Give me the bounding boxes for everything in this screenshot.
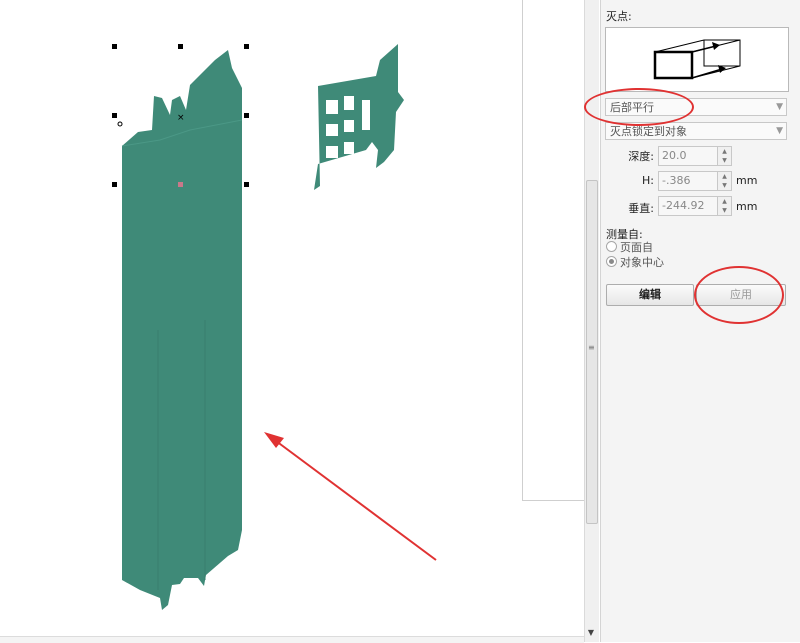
vertical-spinner[interactable]: ▲ ▼ bbox=[718, 196, 732, 216]
spin-up-icon[interactable]: ▲ bbox=[722, 173, 727, 180]
rotation-origin bbox=[117, 121, 123, 127]
chevron-down-icon: ▼ bbox=[776, 102, 783, 112]
vertical-label: 垂直: bbox=[628, 202, 654, 215]
canvas-artwork[interactable]: × bbox=[0, 0, 600, 642]
arrow-icon bbox=[712, 42, 720, 50]
edit-button[interactable]: 编辑 bbox=[606, 284, 694, 306]
character-shape[interactable] bbox=[314, 44, 404, 190]
radio-page-origin-label: 页面自 bbox=[620, 241, 653, 254]
vertical-unit: mm bbox=[736, 200, 758, 213]
spin-down-icon[interactable]: ▼ bbox=[722, 157, 727, 164]
spin-up-icon[interactable]: ▲ bbox=[722, 148, 727, 155]
extrude-preview-icon bbox=[653, 39, 741, 80]
radio-object-center[interactable] bbox=[606, 256, 617, 267]
scroll-grip-icon: ≡ bbox=[588, 343, 595, 352]
h-spinner[interactable]: ▲ ▼ bbox=[718, 171, 732, 191]
chevron-down-icon: ▼ bbox=[776, 126, 783, 136]
spin-up-icon[interactable]: ▲ bbox=[722, 198, 727, 205]
vertical-input[interactable]: -244.92 bbox=[658, 196, 718, 216]
depth-input[interactable]: 20.0 bbox=[658, 146, 718, 166]
depth-spinner[interactable]: ▲ ▼ bbox=[718, 146, 732, 166]
drawing-canvas[interactable]: × bbox=[0, 0, 600, 642]
spin-down-icon[interactable]: ▼ bbox=[722, 182, 727, 189]
annotation-ring-apply bbox=[694, 266, 784, 324]
h-unit: mm bbox=[736, 174, 758, 187]
h-input[interactable]: -.386 bbox=[658, 171, 718, 191]
annotation-ring-type bbox=[584, 88, 694, 126]
vanishing-point-label: 灭点: bbox=[606, 10, 632, 23]
spin-down-icon[interactable]: ▼ bbox=[722, 207, 727, 214]
page-boundary bbox=[522, 0, 587, 501]
select-value: 灭点锁定到对象 bbox=[610, 125, 687, 138]
vanishing-point-preview bbox=[605, 27, 789, 92]
scroll-down-icon[interactable]: ▼ bbox=[586, 628, 596, 640]
center-handle bbox=[178, 182, 183, 187]
radio-object-center-label: 对象中心 bbox=[620, 256, 664, 269]
depth-label: 深度: bbox=[628, 150, 654, 163]
extruded-shape bbox=[122, 50, 242, 610]
h-label: H: bbox=[642, 174, 654, 187]
radio-page-origin[interactable] bbox=[606, 241, 617, 252]
cross-marker: × bbox=[177, 113, 185, 123]
